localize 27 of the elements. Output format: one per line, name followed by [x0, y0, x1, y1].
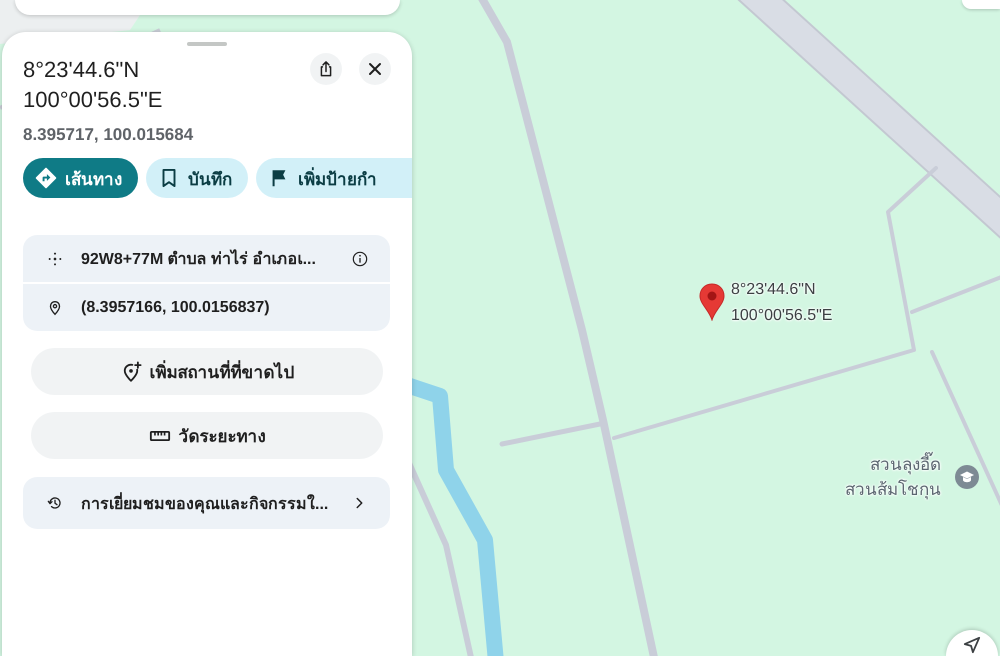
- place-title: 8°23'44.6"N: [23, 56, 140, 84]
- school-icon[interactable]: [955, 465, 979, 489]
- plus-code-icon: [47, 250, 63, 266]
- navigation-icon: [963, 636, 981, 654]
- save-button[interactable]: บันทึก: [146, 158, 248, 198]
- add-label-button[interactable]: เพิ่มป้ายกำ: [256, 158, 412, 198]
- plus-code-row[interactable]: 92W8+77M ตำบล ท่าไร่ อำเภอเ...: [23, 235, 390, 282]
- activity-link[interactable]: การเยี่ยมชมของคุณและกิจกรรมใ...: [23, 477, 390, 529]
- info-icon[interactable]: [352, 250, 368, 266]
- share-button[interactable]: [310, 53, 342, 85]
- pin-icon[interactable]: [699, 283, 725, 321]
- directions-icon: [35, 167, 57, 189]
- coordinate-label: 8°23'44.6"N: [731, 280, 817, 300]
- place-label[interactable]: สวนลุงอี๊ด: [845, 452, 941, 477]
- add-missing-place-button[interactable]: เพิ่มสถานที่ที่ขาดไป: [31, 348, 383, 395]
- location-pin-icon: [47, 300, 63, 316]
- coordinates-row[interactable]: (8.3957166, 100.0156837): [23, 284, 390, 331]
- place-title: 100°00'56.5"E: [23, 86, 162, 114]
- history-icon: [47, 495, 63, 511]
- close-button[interactable]: [359, 53, 391, 85]
- chevron-right-icon: [355, 497, 364, 509]
- drag-handle[interactable]: [186, 42, 226, 46]
- measure-distance-button[interactable]: วัดระยะทาง: [31, 412, 383, 459]
- directions-button[interactable]: เส้นทาง: [23, 158, 138, 198]
- decimal-coordinates: 8.395717, 100.015684: [23, 124, 194, 146]
- coordinate-label: 100°00'56.5"E: [731, 306, 832, 326]
- place-label[interactable]: สวนส้มโชกุน: [845, 477, 941, 502]
